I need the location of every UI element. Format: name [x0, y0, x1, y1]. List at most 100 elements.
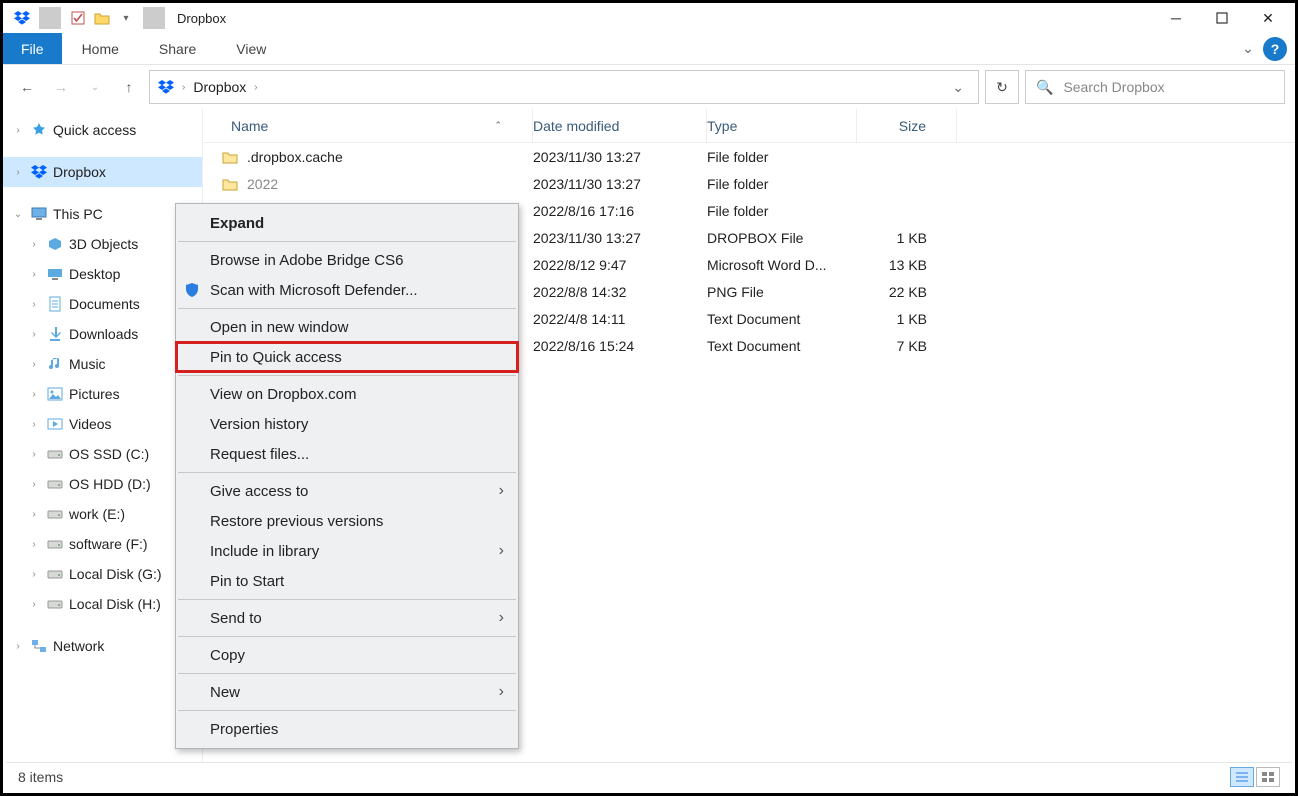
ctx-pin-to-start[interactable]: Pin to Start — [176, 566, 518, 596]
column-header-name[interactable]: Name⌃ — [203, 109, 533, 142]
chevron-right-icon[interactable]: › — [182, 82, 185, 93]
chevron-right-icon: › — [499, 542, 504, 560]
file-date: 2022/8/16 15:24 — [533, 338, 707, 354]
ctx-request-files[interactable]: Request files... — [176, 439, 518, 469]
address-bar[interactable]: › Dropbox › ⌄ — [149, 70, 979, 104]
sidebar-item[interactable]: › Pictures — [3, 379, 202, 409]
recent-dropdown[interactable]: ⌄ — [81, 73, 109, 101]
sidebar-item[interactable]: › Local Disk (H:) — [3, 589, 202, 619]
file-type: DROPBOX File — [707, 230, 857, 246]
chevron-right-icon[interactable]: › — [254, 82, 257, 93]
check-icon[interactable] — [67, 7, 89, 29]
sidebar-item-label: OS HDD (D:) — [69, 476, 151, 492]
file-size: 22 KB — [857, 284, 957, 300]
sidebar-item[interactable]: ›Music — [3, 349, 202, 379]
ctx-browse-bridge[interactable]: Browse in Adobe Bridge CS6 — [176, 245, 518, 275]
ctx-scan-defender[interactable]: Scan with Microsoft Defender... — [176, 275, 518, 305]
sidebar-item[interactable]: ›work (E:) — [3, 499, 202, 529]
chevron-right-icon[interactable]: › — [27, 599, 41, 610]
file-row[interactable]: .dropbox.cache2023/11/30 13:27File folde… — [203, 143, 1295, 170]
chevron-down-icon[interactable]: ⌄ — [11, 209, 25, 220]
sidebar-item[interactable]: › OS HDD (D:) — [3, 469, 202, 499]
folder-qa-icon[interactable] — [91, 7, 113, 29]
up-button[interactable]: ↑ — [115, 73, 143, 101]
qa-dropdown-icon[interactable]: ▾ — [115, 7, 137, 29]
chevron-right-icon[interactable]: › — [27, 359, 41, 370]
chevron-right-icon[interactable]: › — [27, 389, 41, 400]
sidebar-item-network[interactable]: › Network — [3, 631, 202, 661]
chevron-right-icon[interactable]: › — [27, 509, 41, 520]
view-details-button[interactable] — [1230, 767, 1254, 787]
tab-file[interactable]: File — [3, 33, 62, 64]
sidebar-item[interactable]: ›Downloads — [3, 319, 202, 349]
file-size: 1 KB — [857, 311, 957, 327]
view-thumbnails-button[interactable] — [1256, 767, 1280, 787]
ctx-give-access-to[interactable]: Give access to› — [176, 476, 518, 506]
ctx-include-library[interactable]: Include in library› — [176, 536, 518, 566]
file-name: .dropbox.cache — [247, 149, 343, 165]
sidebar-item-label: OS SSD (C:) — [69, 446, 149, 462]
file-type: Text Document — [707, 311, 857, 327]
refresh-button[interactable]: ↻ — [985, 70, 1019, 104]
sidebar-item-this-pc[interactable]: ⌄ This PC — [3, 199, 202, 229]
back-button[interactable]: ← — [13, 73, 41, 101]
column-header-date[interactable]: Date modified — [533, 109, 707, 142]
ctx-expand[interactable]: Expand — [176, 208, 518, 238]
sidebar-item[interactable]: ›3D Objects — [3, 229, 202, 259]
ribbon: File Home Share View ⌄ ? — [3, 33, 1295, 65]
sidebar-item[interactable]: ›Local Disk (G:) — [3, 559, 202, 589]
column-header-type[interactable]: Type — [707, 109, 857, 142]
drive-icon — [45, 598, 65, 610]
sidebar-item[interactable]: › OS SSD (C:) — [3, 439, 202, 469]
drive-icon — [45, 237, 65, 251]
chevron-right-icon[interactable]: › — [11, 125, 25, 136]
ctx-copy[interactable]: Copy — [176, 640, 518, 670]
ctx-restore-previous[interactable]: Restore previous versions — [176, 506, 518, 536]
ctx-pin-quick-access[interactable]: Pin to Quick access — [176, 342, 518, 372]
chevron-right-icon[interactable]: › — [11, 167, 25, 178]
folder-icon — [221, 175, 239, 193]
chevron-right-icon[interactable]: › — [27, 569, 41, 580]
chevron-right-icon[interactable]: › — [11, 641, 25, 652]
dropbox-icon — [11, 7, 33, 29]
search-input[interactable]: 🔍 Search Dropbox — [1025, 70, 1285, 104]
titlebar: ▾ Dropbox ─ ✕ — [3, 3, 1295, 33]
help-button[interactable]: ? — [1263, 37, 1287, 61]
chevron-right-icon[interactable]: › — [27, 539, 41, 550]
column-header-size[interactable]: Size — [857, 109, 957, 142]
file-row[interactable]: 20222023/11/30 13:27File folder — [203, 170, 1295, 197]
ctx-view-on-dropbox[interactable]: View on Dropbox.com — [176, 379, 518, 409]
sidebar-item[interactable]: ›Documents — [3, 289, 202, 319]
ctx-open-new-window[interactable]: Open in new window — [176, 312, 518, 342]
sidebar-item[interactable]: ›Videos — [3, 409, 202, 439]
ctx-send-to[interactable]: Send to› — [176, 603, 518, 633]
ctx-version-history[interactable]: Version history — [176, 409, 518, 439]
sidebar-item-quick-access[interactable]: › Quick access — [3, 115, 202, 145]
file-type: Text Document — [707, 338, 857, 354]
close-button[interactable]: ✕ — [1245, 3, 1291, 33]
chevron-right-icon[interactable]: › — [27, 239, 41, 250]
minimize-button[interactable]: ─ — [1153, 3, 1199, 33]
sidebar-item-label: Local Disk (H:) — [69, 596, 161, 612]
forward-button[interactable]: → — [47, 73, 75, 101]
sidebar-item-label: Pictures — [69, 386, 120, 402]
tab-home[interactable]: Home — [62, 33, 139, 64]
ctx-new[interactable]: New› — [176, 677, 518, 707]
chevron-right-icon[interactable]: › — [27, 299, 41, 310]
breadcrumb[interactable]: Dropbox — [193, 79, 246, 95]
chevron-right-icon[interactable]: › — [27, 479, 41, 490]
sidebar-item-dropbox[interactable]: › Dropbox — [3, 157, 202, 187]
chevron-right-icon[interactable]: › — [27, 419, 41, 430]
address-dropdown-icon[interactable]: ⌄ — [946, 79, 970, 96]
chevron-right-icon[interactable]: › — [27, 329, 41, 340]
sidebar-item[interactable]: ›Desktop — [3, 259, 202, 289]
maximize-button[interactable] — [1199, 3, 1245, 33]
tab-share[interactable]: Share — [139, 33, 216, 64]
expand-ribbon-icon[interactable]: ⌄ — [1233, 33, 1263, 64]
search-icon: 🔍 — [1036, 79, 1053, 96]
tab-view[interactable]: View — [216, 33, 286, 64]
sidebar-item[interactable]: ›software (F:) — [3, 529, 202, 559]
ctx-properties[interactable]: Properties — [176, 714, 518, 744]
chevron-right-icon[interactable]: › — [27, 449, 41, 460]
chevron-right-icon[interactable]: › — [27, 269, 41, 280]
